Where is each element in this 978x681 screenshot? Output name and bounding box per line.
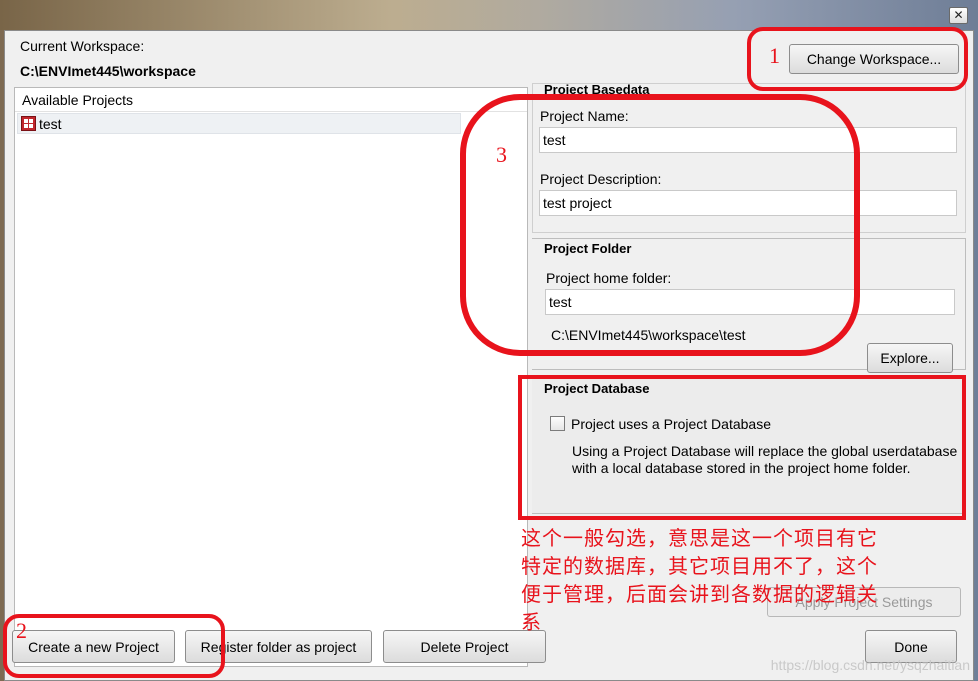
annotation-note: 这个一般勾选，意思是这一个项目有它 特定的数据库，其它项目用不了，这个 便于管理… <box>521 524 946 636</box>
workspace-path: C:\ENVImet445\workspace <box>20 63 196 79</box>
annotation-note-line2: 特定的数据库，其它项目用不了，这个 <box>521 554 878 578</box>
window-titlebar <box>0 0 978 30</box>
close-icon[interactable]: ✕ <box>949 7 968 24</box>
list-item[interactable]: test <box>17 113 461 134</box>
annotation-note-line4: 系 <box>521 610 542 634</box>
projects-list[interactable]: Available Projects test <box>14 87 528 667</box>
project-grid-icon <box>21 116 36 131</box>
watermark: https://blog.csdn.net/ysqzhaitian <box>770 657 970 673</box>
explore-button[interactable]: Explore... <box>867 343 953 373</box>
annotation-note-line3: 便于管理，后面会讲到各数据的逻辑关 <box>521 582 878 606</box>
annotation-note-line1: 这个一般勾选，意思是这一个项目有它 <box>521 526 878 550</box>
annotation-number-3: 3 <box>496 142 507 167</box>
workspace-label: Current Workspace: <box>20 38 145 54</box>
projects-list-header: Available Projects <box>15 88 527 112</box>
annotation-ring-2 <box>3 614 225 678</box>
annotation-number-2: 2 <box>16 618 27 643</box>
annotation-box-database <box>518 375 966 520</box>
annotation-ring-3 <box>460 94 860 356</box>
annotation-ring-1 <box>747 27 968 91</box>
project-name: test <box>39 116 62 132</box>
annotation-number-1: 1 <box>769 43 780 68</box>
